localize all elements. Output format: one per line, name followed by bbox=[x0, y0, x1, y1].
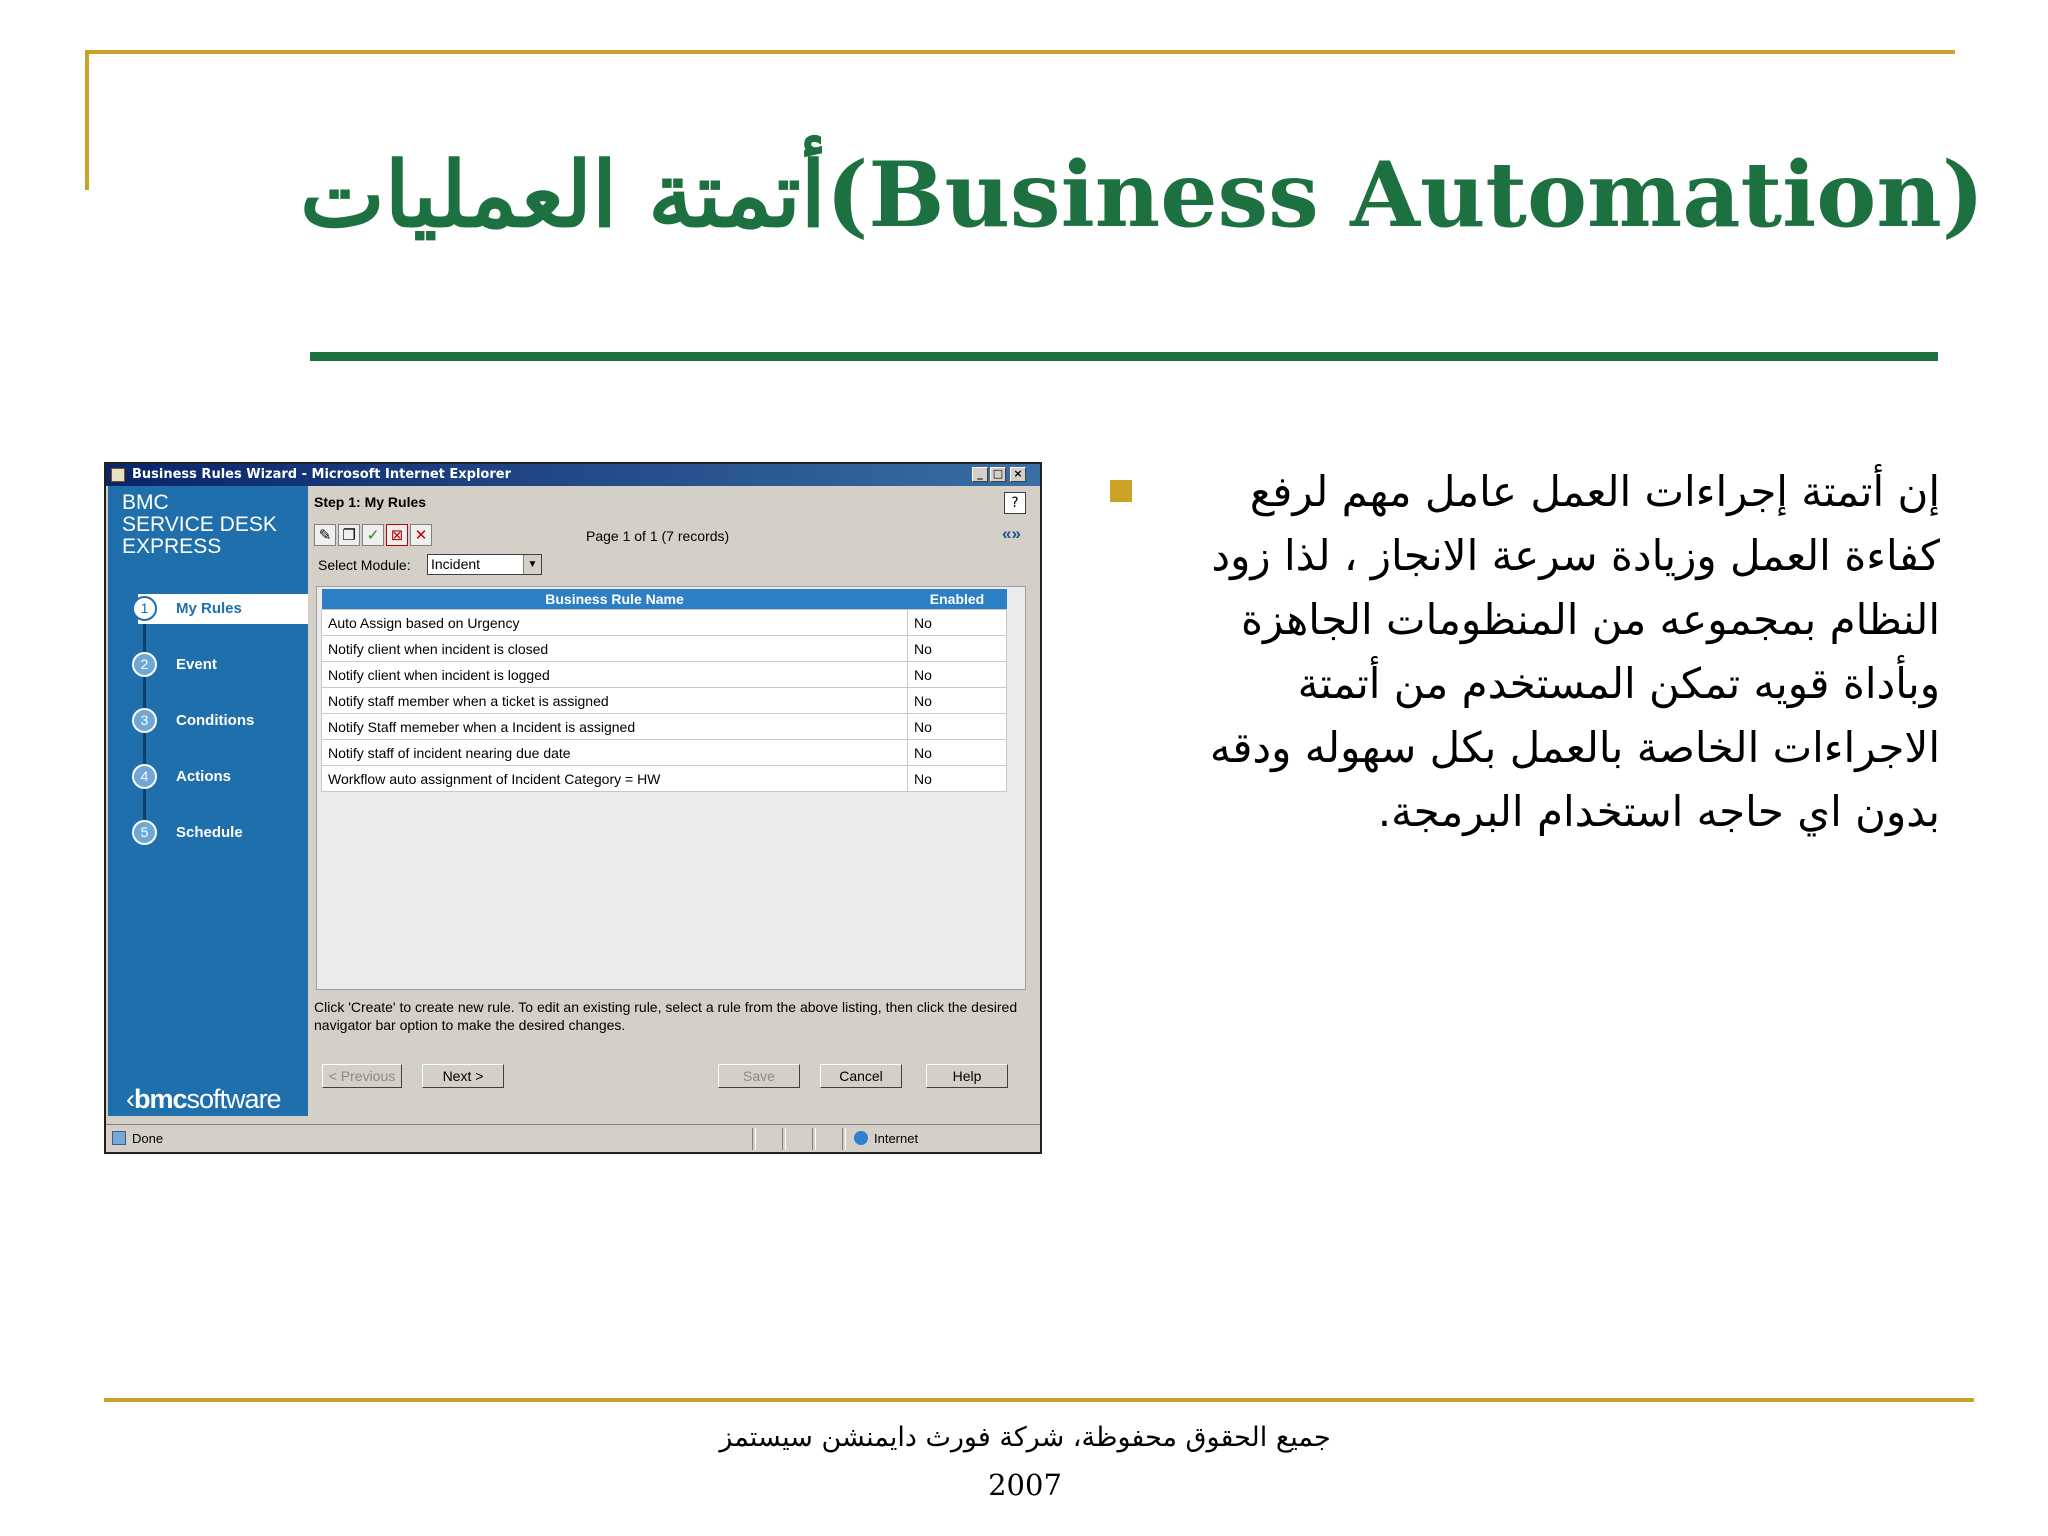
slide-title: أتمتة العمليات(Business Automation) bbox=[300, 130, 1984, 260]
step-label: Schedule bbox=[176, 824, 243, 841]
step-label: Conditions bbox=[176, 712, 255, 729]
minimize-button[interactable]: _ bbox=[972, 467, 988, 482]
nav-step-actions[interactable]: 4 Actions bbox=[108, 762, 308, 792]
internet-zone-icon bbox=[854, 1131, 868, 1145]
product-brand: BMC SERVICE DESK EXPRESS bbox=[122, 492, 277, 558]
rule-name-cell: Auto Assign based on Urgency bbox=[321, 609, 908, 636]
bullet-square-icon bbox=[1110, 480, 1132, 502]
status-text: Done bbox=[132, 1131, 164, 1146]
bmc-software-logo: ‹bmcsoftware bbox=[126, 1084, 282, 1115]
rule-name-cell: Notify staff of incident nearing due dat… bbox=[321, 739, 908, 766]
step-number: 3 bbox=[132, 708, 157, 733]
table-row[interactable]: Workflow auto assignment of Incident Cat… bbox=[321, 765, 1007, 792]
rules-list-area: Business Rule Name Enabled Auto Assign b… bbox=[316, 586, 1026, 990]
step-label: My Rules bbox=[176, 600, 242, 617]
rule-enabled-cell: No bbox=[907, 635, 1007, 662]
security-zone-text: Internet bbox=[874, 1131, 919, 1146]
wizard-navigator: BMC SERVICE DESK EXPRESS 1 My Rules 2 Ev… bbox=[108, 486, 308, 1116]
step-number: 1 bbox=[132, 596, 157, 621]
rule-name-cell: Notify client when incident is closed bbox=[321, 635, 908, 662]
step-label: Event bbox=[176, 656, 217, 673]
step-number: 2 bbox=[132, 652, 157, 677]
footer-year: 2007 bbox=[988, 1468, 1062, 1502]
create-rule-icon[interactable]: ✎ bbox=[314, 524, 336, 546]
rule-enabled-cell: No bbox=[907, 687, 1007, 714]
next-button[interactable]: Next > bbox=[422, 1064, 504, 1088]
disable-rule-icon[interactable]: ⊠ bbox=[386, 524, 408, 546]
table-row[interactable]: Notify client when incident is logged No bbox=[321, 661, 1007, 688]
logo-chevron-icon: ‹ bbox=[126, 1084, 135, 1114]
window-titlebar: Business Rules Wizard - Microsoft Intern… bbox=[106, 464, 1040, 486]
left-gold-rule bbox=[85, 50, 89, 190]
nav-step-my-rules[interactable]: 1 My Rules bbox=[108, 594, 308, 624]
business-rules-wizard-window: Business Rules Wizard - Microsoft Intern… bbox=[104, 462, 1042, 1154]
delete-rule-icon[interactable]: ✕ bbox=[410, 524, 432, 546]
window-title: Business Rules Wizard - Microsoft Intern… bbox=[132, 467, 511, 482]
step-number: 4 bbox=[132, 764, 157, 789]
step-number: 5 bbox=[132, 820, 157, 845]
help-icon[interactable]: ? bbox=[1004, 492, 1026, 514]
copy-rule-icon[interactable]: ❐ bbox=[338, 524, 360, 546]
browser-status-bar: Done Internet bbox=[106, 1124, 1040, 1152]
step-label: Actions bbox=[176, 768, 232, 785]
rule-name-cell: Notify client when incident is logged bbox=[321, 661, 908, 688]
slide-title-arabic: أتمتة العمليات bbox=[300, 142, 826, 248]
table-row[interactable]: Notify client when incident is closed No bbox=[321, 635, 1007, 662]
arabic-description: إن أتمتة إجراءات العمل عامل مهم لرفع كفا… bbox=[1209, 467, 1940, 836]
close-button[interactable]: × bbox=[1010, 467, 1026, 482]
column-header-enabled[interactable]: Enabled bbox=[907, 589, 1007, 610]
rule-enabled-cell: No bbox=[907, 765, 1007, 792]
ie-page-icon bbox=[111, 468, 125, 482]
maximize-button[interactable]: □ bbox=[990, 467, 1006, 482]
nav-step-schedule[interactable]: 5 Schedule bbox=[108, 818, 308, 848]
footer-gold-rule bbox=[104, 1398, 1974, 1402]
brand-line-2: SERVICE DESK bbox=[122, 513, 277, 536]
status-divider bbox=[752, 1128, 756, 1150]
page-done-icon bbox=[112, 1131, 126, 1145]
table-row[interactable]: Auto Assign based on Urgency No bbox=[321, 609, 1007, 636]
module-select[interactable]: Incident ▼ bbox=[427, 554, 542, 575]
enable-rule-icon[interactable]: ✓ bbox=[362, 524, 384, 546]
module-select-value: Incident bbox=[431, 556, 481, 572]
rule-enabled-cell: No bbox=[907, 713, 1007, 740]
previous-button[interactable]: < Previous bbox=[322, 1064, 402, 1088]
brand-line-3: EXPRESS bbox=[122, 535, 222, 558]
step-header: Step 1: My Rules bbox=[314, 494, 427, 510]
table-row[interactable]: Notify staff member when a ticket is ass… bbox=[321, 687, 1007, 714]
rule-name-cell: Workflow auto assignment of Incident Cat… bbox=[321, 765, 908, 792]
table-row[interactable]: Notify staff of incident nearing due dat… bbox=[321, 739, 1007, 766]
select-module-label: Select Module: bbox=[318, 557, 411, 573]
chevron-down-icon[interactable]: ▼ bbox=[523, 555, 541, 574]
table-header-row: Business Rule Name Enabled bbox=[321, 589, 1007, 610]
logo-bmc: bmc bbox=[134, 1084, 188, 1114]
paging-status: Page 1 of 1 (7 records) bbox=[586, 528, 730, 544]
wizard-content: Step 1: My Rules ? ✎ ❐ ✓ ⊠ ✕ Page 1 of 1… bbox=[310, 486, 1040, 1116]
help-button[interactable]: Help bbox=[926, 1064, 1008, 1088]
slide-title-english: (Business Automation) bbox=[825, 142, 1985, 248]
logo-software: software bbox=[186, 1084, 282, 1114]
rule-enabled-cell: No bbox=[907, 739, 1007, 766]
cancel-button[interactable]: Cancel bbox=[820, 1064, 902, 1088]
title-underline bbox=[310, 352, 1938, 361]
brand-line-1: BMC bbox=[122, 491, 169, 514]
paging-nav-icon[interactable]: «» bbox=[1002, 524, 1021, 544]
top-gold-rule bbox=[85, 50, 1955, 54]
instructions-text: Click 'Create' to create new rule. To ed… bbox=[314, 999, 1018, 1033]
business-rules-table: Business Rule Name Enabled Auto Assign b… bbox=[321, 589, 1007, 792]
nav-step-conditions[interactable]: 3 Conditions bbox=[108, 706, 308, 736]
status-divider bbox=[782, 1128, 786, 1150]
footer-copyright: جميع الحقوق محفوظة، شركة فورث دايمنشن سي… bbox=[719, 1422, 1331, 1453]
table-row[interactable]: Notify Staff memeber when a Incident is … bbox=[321, 713, 1007, 740]
rule-name-cell: Notify staff member when a ticket is ass… bbox=[321, 687, 908, 714]
rule-enabled-cell: No bbox=[907, 661, 1007, 688]
column-header-rule-name[interactable]: Business Rule Name bbox=[321, 589, 908, 610]
save-button[interactable]: Save bbox=[718, 1064, 800, 1088]
rule-name-cell: Notify Staff memeber when a Incident is … bbox=[321, 713, 908, 740]
rule-enabled-cell: No bbox=[907, 609, 1007, 636]
status-divider bbox=[842, 1128, 846, 1150]
nav-step-event[interactable]: 2 Event bbox=[108, 650, 308, 680]
status-divider bbox=[812, 1128, 816, 1150]
